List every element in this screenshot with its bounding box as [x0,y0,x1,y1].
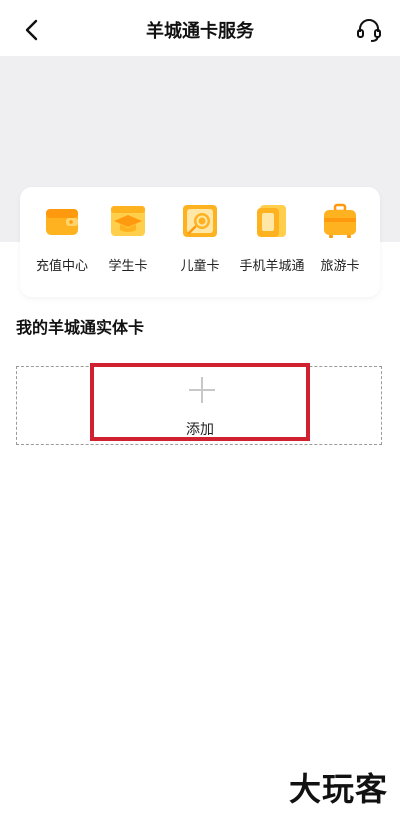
add-card-label: 添加 [186,422,214,438]
service-label: 手机羊城通 [239,259,305,274]
suitcase-icon [324,203,356,238]
service-recharge-center[interactable]: 充值中心 [26,201,98,285]
service-grid: 充值中心 学生卡 儿童卡 手机羊城通 旅游卡 [20,187,380,297]
service-label: 学生卡 [108,259,148,274]
lollipop-icon [183,205,217,237]
page-title: 羊城通卡服务 [146,21,254,42]
add-card-button[interactable]: 添加 [90,363,310,441]
graduation-cap-icon [111,206,145,236]
phone-card-icon [257,205,286,237]
watermark: 大玩客 [288,770,388,808]
service-child-card[interactable]: 儿童卡 [164,201,236,285]
service-label: 充值中心 [35,259,88,274]
service-label: 旅游卡 [320,259,360,274]
section-title: 我的羊城通实体卡 [16,318,145,337]
service-travel-card[interactable]: 旅游卡 [304,201,376,285]
service-mobile-card[interactable]: 手机羊城通 [236,201,308,285]
service-label: 儿童卡 [180,259,220,274]
plus-icon [189,377,215,403]
header-bar: 羊城通卡服务 [0,0,400,56]
headset-icon[interactable] [354,15,384,45]
wallet-icon [46,209,78,235]
service-student-card[interactable]: 学生卡 [92,201,164,285]
